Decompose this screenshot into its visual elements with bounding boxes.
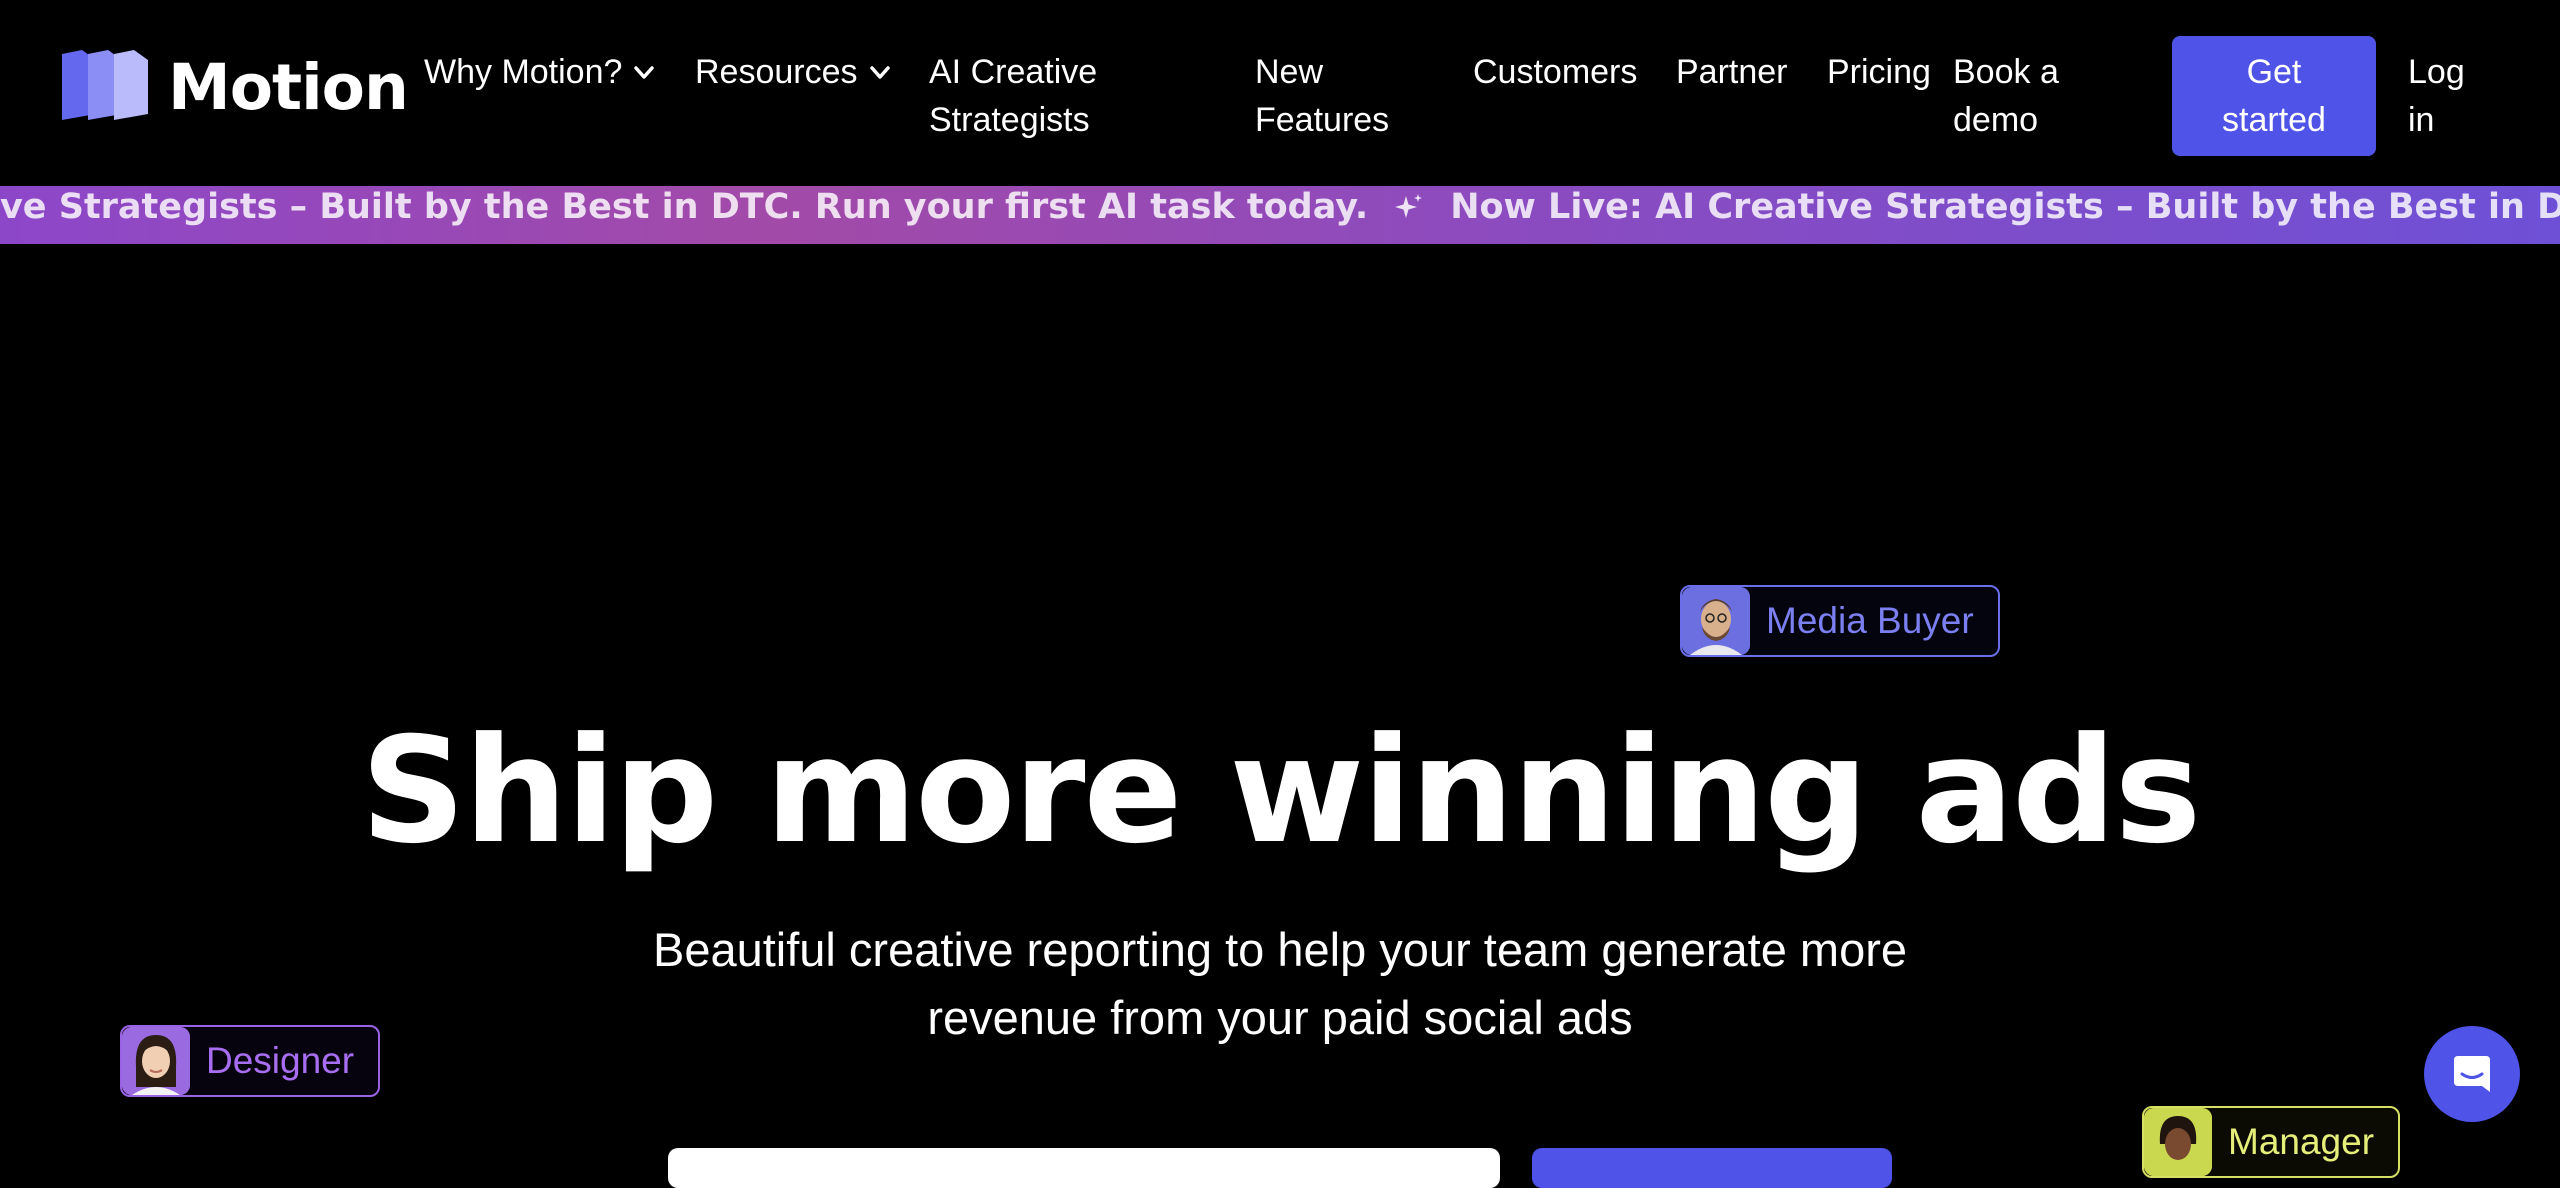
login-link[interactable]: Log in xyxy=(2408,48,2465,144)
hero-title: Ship more winning ads xyxy=(360,706,2202,876)
nav-ai-line2: Strategists xyxy=(929,101,1090,139)
get-started-line1: Get xyxy=(2246,53,2302,91)
manager-avatar xyxy=(2144,1108,2212,1176)
nav-partner-label: Partner xyxy=(1676,53,1788,91)
nav-new-features-line2: Features xyxy=(1255,101,1390,139)
nav-resources[interactable]: Resources xyxy=(695,48,890,96)
banner-text-partial: ive Strategists – Built by the Best in D… xyxy=(0,187,1369,227)
email-input[interactable] xyxy=(668,1148,1500,1188)
designer-badge: Designer xyxy=(120,1025,381,1097)
media-buyer-badge: Media Buyer xyxy=(1680,585,2000,657)
login-line1: Log xyxy=(2408,53,2465,91)
get-started-label: Get started xyxy=(2222,48,2326,144)
media-buyer-avatar xyxy=(1682,587,1750,655)
top-navigation: Motion Why Motion? Resources AI Creative… xyxy=(0,0,2560,186)
designer-label: Designer xyxy=(206,1040,355,1081)
nav-partner[interactable]: Partner xyxy=(1676,48,1788,96)
nav-pricing[interactable]: Pricing xyxy=(1827,48,1931,96)
get-started-button[interactable]: Get started xyxy=(2172,36,2376,156)
nav-pricing-label: Pricing xyxy=(1827,53,1931,91)
designer-avatar xyxy=(122,1027,190,1095)
motion-logo-icon xyxy=(62,50,148,120)
nav-ai-creative-strategists[interactable]: AI Creative Strategists xyxy=(929,48,1097,144)
chevron-down-icon xyxy=(634,66,655,79)
chevron-down-icon xyxy=(869,66,890,79)
banner-marquee: ive Strategists – Built by the Best in D… xyxy=(0,186,2560,232)
hero-subtitle-line2: revenue from your paid social ads xyxy=(927,991,1633,1044)
brand-name: Motion xyxy=(168,50,409,124)
nav-customers[interactable]: Customers xyxy=(1473,48,1637,96)
banner-text-full: Now Live: AI Creative Strategists – Buil… xyxy=(1450,187,2560,227)
nav-why-motion[interactable]: Why Motion? xyxy=(424,48,655,96)
media-buyer-label: Media Buyer xyxy=(1766,600,1974,641)
sparkle-icon xyxy=(1395,194,1423,218)
nav-new-features-line1: New xyxy=(1255,53,1324,91)
login-line2: in xyxy=(2408,101,2435,139)
nav-customers-label: Customers xyxy=(1473,53,1638,91)
motion-logo[interactable]: Motion xyxy=(62,50,409,124)
nav-book-demo-line2: demo xyxy=(1953,101,2039,139)
manager-label: Manager xyxy=(2228,1121,2375,1162)
get-started-line2: started xyxy=(2222,101,2326,139)
nav-resources-label: Resources xyxy=(695,53,858,91)
manager-badge: Manager xyxy=(2142,1106,2401,1178)
chat-launcher-button[interactable] xyxy=(2424,1026,2520,1122)
chat-bubble-icon xyxy=(2454,1056,2490,1092)
nav-why-motion-label: Why Motion? xyxy=(424,53,623,91)
nav-ai-line1: AI Creative xyxy=(929,53,1098,91)
hero-subtitle-line1: Beautiful creative reporting to help you… xyxy=(652,923,1908,976)
hero-subtitle: Beautiful creative reporting to help you… xyxy=(560,916,2000,1052)
cta-button[interactable] xyxy=(1532,1148,1892,1188)
announcement-banner[interactable]: ive Strategists – Built by the Best in D… xyxy=(0,186,2560,244)
nav-new-features[interactable]: New Features xyxy=(1255,48,1389,144)
nav-book-demo[interactable]: Book a demo xyxy=(1953,48,2059,144)
nav-book-demo-line1: Book a xyxy=(1953,53,2059,91)
